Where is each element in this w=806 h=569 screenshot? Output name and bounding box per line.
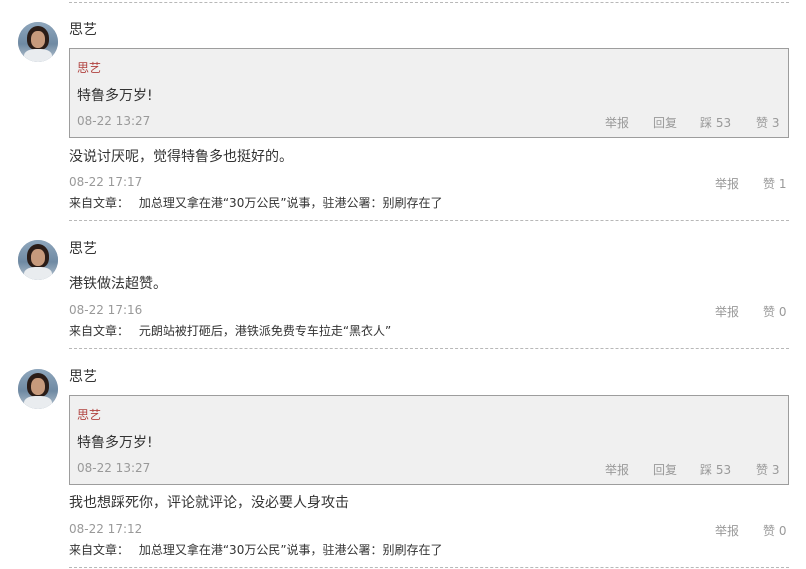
- divider: [69, 567, 789, 568]
- avatar[interactable]: [18, 22, 58, 62]
- report-button[interactable]: 举报: [715, 175, 739, 192]
- source-label: 来自文章：: [69, 324, 130, 338]
- quoted-report-button[interactable]: 举报: [605, 461, 629, 478]
- quoted-downvote-button[interactable]: 踩 53: [700, 461, 731, 478]
- upvote-button[interactable]: 赞 0: [763, 522, 786, 539]
- comment-timestamp: 08-22 17:17: [69, 175, 143, 189]
- comment-username[interactable]: 思艺: [69, 19, 97, 39]
- source-article-link[interactable]: 加总理又拿在港“30万公民”说事，驻港公署：别刷存在了: [139, 543, 443, 557]
- upvote-button[interactable]: 赞 0: [763, 303, 786, 320]
- quoted-username[interactable]: 思艺: [77, 406, 101, 423]
- divider: [69, 220, 789, 221]
- quoted-text: 特鲁多万岁!: [77, 88, 153, 104]
- quoted-comment: 思艺 特鲁多万岁! 08-22 13:27 举报 回复 踩 53 赞 3: [69, 395, 789, 485]
- quoted-text: 特鲁多万岁!: [77, 435, 153, 451]
- source-label: 来自文章：: [69, 543, 130, 557]
- upvote-button[interactable]: 赞 1: [763, 175, 786, 192]
- source-article: 来自文章： 加总理又拿在港“30万公民”说事，驻港公署：别刷存在了: [69, 541, 443, 558]
- comment-text: 没说讨厌呢，觉得特鲁多也挺好的。: [69, 149, 293, 165]
- avatar[interactable]: [18, 369, 58, 409]
- quoted-upvote-button[interactable]: 赞 3: [756, 114, 779, 131]
- avatar[interactable]: [18, 240, 58, 280]
- report-button[interactable]: 举报: [715, 522, 739, 539]
- source-article-link[interactable]: 加总理又拿在港“30万公民”说事，驻港公署：别刷存在了: [139, 196, 443, 210]
- quoted-timestamp: 08-22 13:27: [77, 461, 151, 475]
- comment-username[interactable]: 思艺: [69, 366, 97, 386]
- comment-timestamp: 08-22 17:12: [69, 522, 143, 536]
- quoted-report-button[interactable]: 举报: [605, 114, 629, 131]
- comment-timestamp: 08-22 17:16: [69, 303, 143, 317]
- quoted-reply-button[interactable]: 回复: [653, 114, 677, 131]
- comment-username[interactable]: 思艺: [69, 238, 97, 258]
- source-article: 来自文章： 加总理又拿在港“30万公民”说事，驻港公署：别刷存在了: [69, 194, 443, 211]
- quoted-comment: 思艺 特鲁多万岁! 08-22 13:27 举报 回复 踩 53 赞 3: [69, 48, 789, 138]
- source-article-link[interactable]: 元朗站被打砸后，港铁派免费专车拉走“黑衣人”: [139, 324, 391, 338]
- comment-text: 港铁做法超赞。: [69, 276, 167, 292]
- divider: [69, 348, 789, 349]
- divider: [69, 2, 789, 3]
- comment-text: 我也想踩死你，评论就评论，没必要人身攻击: [69, 495, 349, 511]
- quoted-username[interactable]: 思艺: [77, 59, 101, 76]
- quoted-upvote-button[interactable]: 赞 3: [756, 461, 779, 478]
- source-article: 来自文章： 元朗站被打砸后，港铁派免费专车拉走“黑衣人”: [69, 322, 391, 339]
- report-button[interactable]: 举报: [715, 303, 739, 320]
- quoted-reply-button[interactable]: 回复: [653, 461, 677, 478]
- quoted-timestamp: 08-22 13:27: [77, 114, 151, 128]
- source-label: 来自文章：: [69, 196, 130, 210]
- quoted-downvote-button[interactable]: 踩 53: [700, 114, 731, 131]
